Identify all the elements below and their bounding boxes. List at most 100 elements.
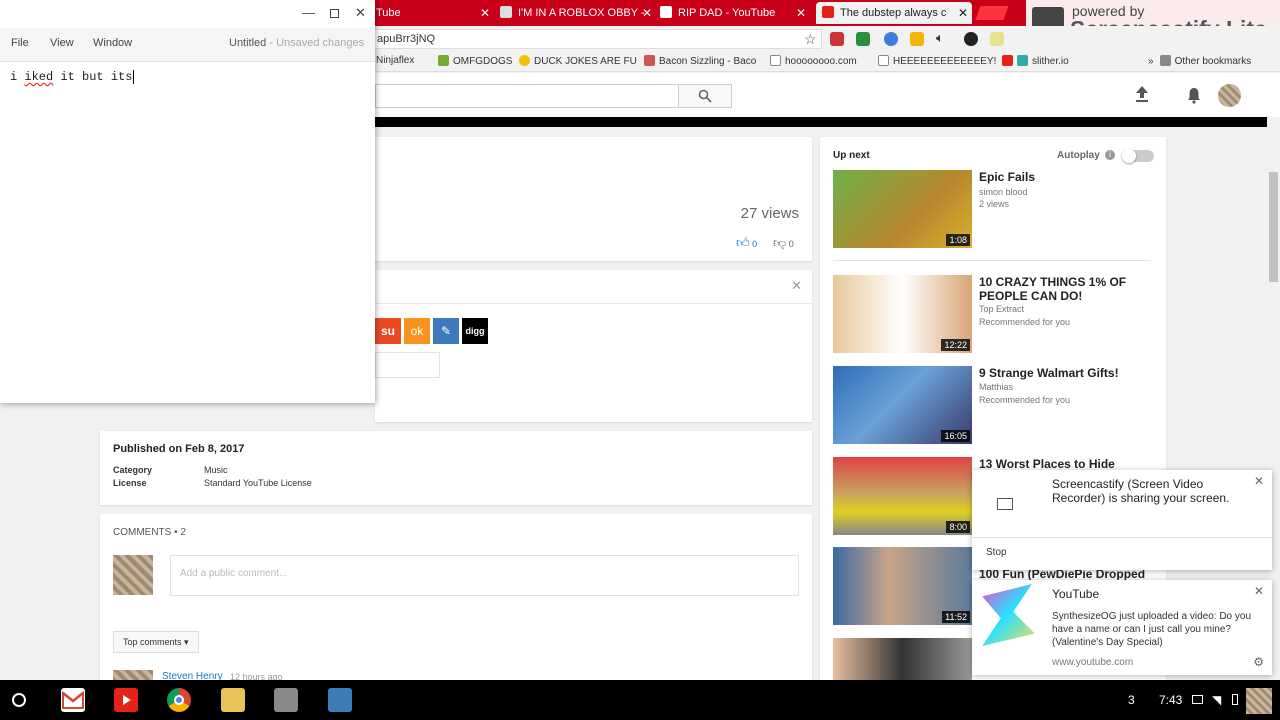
- odnoklassniki-icon[interactable]: ok: [404, 318, 430, 344]
- address-bar[interactable]: apuBrr3jNQ: [370, 29, 822, 49]
- chrome-icon[interactable]: [167, 688, 191, 712]
- comment-author[interactable]: Steven Henry: [162, 671, 223, 680]
- video-views: 2 views: [979, 199, 1010, 209]
- close-tab-icon[interactable]: ✕: [642, 2, 652, 24]
- notifications-bell-icon[interactable]: [1186, 86, 1202, 107]
- extension-icon[interactable]: [990, 32, 1004, 46]
- video-duration: 1:08: [946, 234, 970, 246]
- close-notification-icon[interactable]: ✕: [1254, 584, 1264, 598]
- bookmark-item[interactable]: DUCK JOKES ARE FU: [519, 55, 637, 67]
- bookmark-label: Other bookmarks: [1174, 56, 1252, 67]
- youtube-icon[interactable]: [114, 688, 138, 712]
- list-item[interactable]: 16:05 9 Strange Walmart Gifts! Matthias …: [833, 366, 1153, 446]
- editor-text-area[interactable]: i iked it but its: [10, 70, 135, 84]
- system-shelf: [0, 680, 1280, 720]
- browser-tab[interactable]: Tube ✕: [376, 2, 494, 24]
- gmail-icon[interactable]: [61, 688, 85, 712]
- up-next-video[interactable]: 1:08 Epic Fails simon blood 2 views: [833, 170, 1153, 250]
- video-channel: Matthias: [979, 382, 1014, 392]
- digg-icon[interactable]: digg: [462, 318, 488, 344]
- avatar[interactable]: [1218, 84, 1241, 107]
- autoplay-toggle[interactable]: [1122, 149, 1154, 163]
- livejournal-icon[interactable]: ✎: [433, 318, 459, 344]
- extension-icon[interactable]: [830, 32, 844, 46]
- info-icon[interactable]: i: [1105, 150, 1115, 160]
- text-word: i: [10, 70, 18, 84]
- close-icon[interactable]: ✕: [355, 5, 366, 21]
- bookmark-label: slither.io: [1032, 56, 1069, 67]
- screen-mirror-icon[interactable]: [1192, 695, 1203, 704]
- new-tab-button[interactable]: [975, 6, 1009, 20]
- clock[interactable]: 7:43: [1159, 693, 1182, 707]
- share-link-field[interactable]: [375, 352, 440, 378]
- close-tab-icon[interactable]: ✕: [480, 2, 490, 24]
- notification-divider: [972, 537, 1272, 538]
- avatar[interactable]: [1246, 688, 1272, 714]
- comment-input[interactable]: Add a public comment...: [170, 555, 799, 596]
- bookmark-item[interactable]: HEEEEEEEEEEEEEY!: [878, 55, 996, 67]
- comments-section: COMMENTS • 2 Add a public comment... Top…: [100, 514, 812, 680]
- stop-button[interactable]: Stop: [986, 547, 1007, 558]
- search-input[interactable]: [375, 84, 678, 108]
- bookmark-item[interactable]: slither.io: [1002, 55, 1069, 67]
- bookmark-star-icon[interactable]: ☆: [804, 31, 817, 48]
- like-button[interactable]: 👍︎ 0: [736, 235, 757, 251]
- extension-icon[interactable]: [856, 32, 870, 46]
- maximize-icon[interactable]: [330, 9, 339, 18]
- dislike-button[interactable]: 👎︎ 0: [773, 235, 794, 251]
- tab-title: RIP DAD - YouTube: [678, 7, 776, 19]
- wifi-icon[interactable]: ◥: [1212, 693, 1221, 707]
- extension-icon[interactable]: [910, 32, 924, 46]
- duck-icon: [519, 55, 530, 66]
- notification-message: Screencastify (Screen Video Recorder) is…: [1052, 477, 1230, 505]
- roblox-favicon-icon: [500, 6, 512, 18]
- video-player-bottom: [375, 117, 1267, 127]
- notification-source: www.youtube.com: [1052, 657, 1134, 668]
- bookmark-item[interactable]: Bacon Sizzling - Baco: [644, 55, 756, 67]
- avatar: [113, 555, 153, 595]
- stumbleupon-icon[interactable]: su: [375, 318, 401, 344]
- settings-gear-icon[interactable]: ⚙: [1253, 655, 1264, 669]
- scrollbar-thumb[interactable]: [1269, 172, 1278, 282]
- sort-comments-dropdown[interactable]: Top comments ▾: [113, 631, 199, 653]
- bookmark-item[interactable]: hoooooooo.com: [770, 55, 857, 67]
- browser-tab[interactable]: RIP DAD - YouTube ✕: [660, 2, 810, 24]
- browser-tab[interactable]: I'M IN A ROBLOX OBBY - ✕: [500, 2, 656, 24]
- close-tab-icon[interactable]: ✕: [796, 2, 806, 24]
- minimize-icon[interactable]: —: [302, 5, 315, 20]
- thumbs-up-icon: 👍︎: [736, 235, 750, 250]
- notification-count[interactable]: 3: [1128, 693, 1135, 707]
- like-count: 0: [752, 239, 758, 249]
- extension-icon[interactable]: [964, 32, 978, 46]
- other-bookmarks[interactable]: » Other bookmarks: [1148, 55, 1251, 67]
- close-share-icon[interactable]: ✕: [791, 278, 802, 294]
- search-button[interactable]: [678, 84, 732, 108]
- bookmark-label: DUCK JOKES ARE FU: [534, 56, 637, 67]
- menu-file[interactable]: File: [11, 37, 29, 49]
- launcher-icon[interactable]: [12, 693, 26, 707]
- browser-tab-active[interactable]: The dubstep always c ✕: [816, 2, 972, 24]
- screencastify-app-icon[interactable]: [328, 688, 352, 712]
- window-title-bar[interactable]: — ✕: [0, 0, 375, 28]
- video-thumbnail: 11:52: [833, 547, 972, 625]
- bookmark-label: hoooooooo.com: [785, 56, 857, 67]
- video-channel: Top Extract: [979, 304, 1025, 314]
- extension-icon[interactable]: [884, 32, 898, 46]
- volume-icon[interactable]: 🔈︎: [936, 30, 944, 46]
- bookmark-item[interactable]: OMFGDOGS: [438, 55, 512, 67]
- menu-view[interactable]: View: [50, 37, 74, 49]
- menu-window[interactable]: Window: [93, 37, 132, 49]
- video-description: Published on Feb 8, 2017 Category Music …: [100, 431, 812, 505]
- calculator-icon[interactable]: [274, 688, 298, 712]
- list-item[interactable]: 12:22 10 CRAZY THINGS 1% OF PEOPLE CAN D…: [833, 275, 1153, 355]
- video-duration: 8:00: [946, 521, 970, 533]
- channel-logo: [982, 584, 1035, 646]
- bookmark-item[interactable]: Ninjaflex: [376, 55, 414, 66]
- upload-icon[interactable]: [1134, 85, 1150, 106]
- battery-icon[interactable]: [1232, 694, 1238, 705]
- bookmark-label: OMFGDOGS: [453, 56, 513, 67]
- text-editor-app-icon[interactable]: [221, 688, 245, 712]
- video-meta: Recommended for you: [979, 395, 1071, 405]
- close-notification-icon[interactable]: ✕: [1254, 474, 1264, 488]
- close-tab-icon[interactable]: ✕: [958, 2, 968, 24]
